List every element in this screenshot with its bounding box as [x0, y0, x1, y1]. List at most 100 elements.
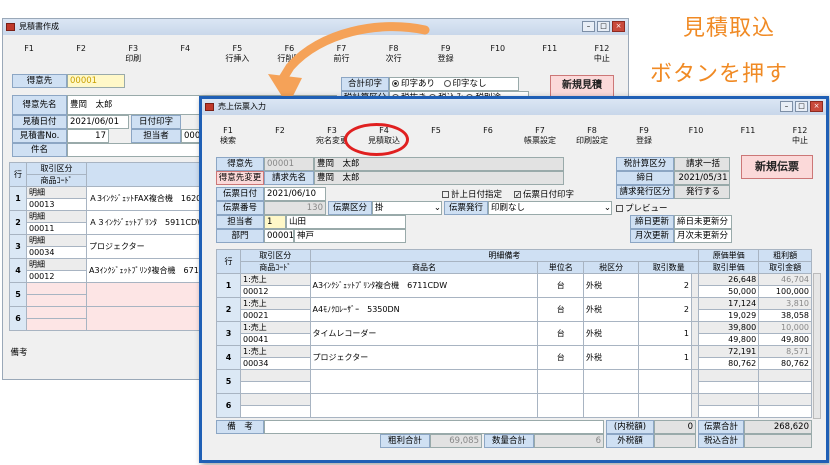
qty-cell[interactable]: 2	[638, 297, 692, 322]
fkey-button-10[interactable]: F10	[472, 41, 524, 67]
item-name-cell[interactable]: タイムレコーダー	[309, 321, 539, 346]
fkey-button-9[interactable]: F9 登録	[618, 123, 670, 149]
minimize-button[interactable]: –	[582, 21, 595, 32]
fkey-button-11[interactable]: F11	[722, 123, 774, 149]
item-code-cell[interactable]: 00034	[26, 246, 87, 259]
monthly-update-select[interactable]: 月次未更新分⌄	[674, 229, 732, 243]
unit-price-cell[interactable]: 50,000	[698, 285, 760, 298]
closing-update-select[interactable]: 締日未更新分⌄	[674, 215, 732, 229]
staff-field[interactable]: 0000	[181, 129, 201, 143]
unit-price-cell[interactable]	[698, 405, 760, 418]
subject-field[interactable]	[67, 143, 201, 157]
item-name-cell[interactable]	[86, 306, 204, 331]
unit-price-cell[interactable]: 80,762	[698, 357, 760, 370]
unit-price-cell[interactable]: 49,800	[698, 333, 760, 346]
kubun-select[interactable]: 1:売上	[239, 345, 311, 358]
item-code-cell[interactable]: 00013	[26, 198, 87, 211]
item-name-cell[interactable]: A3ｲﾝｸｼﾞｪｯﾄﾌﾟﾘﾝﾀ複合機 6711	[86, 258, 204, 283]
tax-type-cell[interactable]: 外税	[583, 273, 640, 298]
item-code-cell[interactable]: 00021	[239, 309, 311, 322]
maximize-button[interactable]: □	[597, 21, 610, 32]
kubun-select[interactable]	[26, 282, 87, 295]
checkbox-icon[interactable]: ✓	[514, 191, 521, 199]
fkey-button-11[interactable]: F11	[524, 41, 576, 67]
fkey-button-2[interactable]: F2	[254, 123, 306, 149]
maximize-button[interactable]: □	[795, 101, 808, 112]
item-name-cell[interactable]: Ａ3ｲﾝｸｼﾞｪｯﾄFAX複合機 1620F	[86, 186, 204, 211]
item-code-cell[interactable]: 00041	[239, 333, 311, 346]
item-name-cell[interactable]: A4ﾓﾉｸﾛﾚｰｻﾞｰ 5350DN	[309, 297, 539, 322]
item-code-cell[interactable]: 00012	[26, 270, 87, 283]
item-code-cell[interactable]: 00012	[239, 285, 311, 298]
estimate-date-field[interactable]: 2021/06/01	[67, 115, 129, 129]
memo-field[interactable]	[264, 420, 604, 434]
fkey-button-1[interactable]: F1 検索	[202, 123, 254, 149]
tax-type-cell[interactable]: 外税	[583, 345, 640, 370]
item-code-cell[interactable]: 00034	[239, 357, 311, 370]
qty-cell[interactable]: 1	[638, 345, 692, 370]
item-code-cell[interactable]	[26, 294, 87, 307]
kubun-select[interactable]: 明細	[26, 234, 87, 247]
checkbox-icon[interactable]	[442, 191, 449, 198]
kubun-select[interactable]: 明細	[26, 186, 87, 199]
fkey-button-12[interactable]: F12 中止	[576, 41, 628, 67]
item-name-cell[interactable]: A3ｲﾝｸｼﾞｪｯﾄﾌﾟﾘﾝﾀ複合機 6711CDW	[309, 273, 539, 298]
item-name-cell[interactable]	[309, 393, 539, 418]
fkey-button-5[interactable]: F5	[410, 123, 462, 149]
close-button[interactable]: ×	[810, 101, 823, 112]
item-name-cell[interactable]: プロジェクター	[309, 345, 539, 370]
estimate-no-field[interactable]: 17	[67, 129, 109, 143]
fkey-button-4[interactable]: F4	[159, 41, 211, 67]
slip-issue-select[interactable]: 印刷なし ⌄	[488, 201, 612, 215]
unit-price-cell[interactable]	[698, 381, 760, 394]
unit-cell[interactable]: 台	[537, 321, 585, 346]
fkey-button-10[interactable]: F10	[670, 123, 722, 149]
tax-type-cell[interactable]	[583, 369, 640, 394]
unit-cell[interactable]	[537, 369, 585, 394]
item-code-cell[interactable]	[239, 381, 311, 394]
checkbox-icon[interactable]	[616, 205, 623, 212]
fkey-button-6[interactable]: F6	[462, 123, 514, 149]
slip-date-field[interactable]: 2021/06/10	[264, 187, 326, 201]
item-name-cell[interactable]	[309, 369, 539, 394]
customer-code-field[interactable]: 00001	[67, 74, 125, 88]
new-estimate-button[interactable]: 新規見積	[550, 75, 614, 97]
fkey-button-12[interactable]: F12 中止	[774, 123, 826, 149]
kubun-select[interactable]: 明細	[26, 258, 87, 271]
minimize-button[interactable]: –	[780, 101, 793, 112]
unit-cell[interactable]: 台	[537, 345, 585, 370]
radio-icon[interactable]	[443, 80, 451, 87]
tax-type-cell[interactable]	[583, 393, 640, 418]
fkey-button-7[interactable]: F7 帳票設定	[514, 123, 566, 149]
item-name-cell[interactable]: Ａ３ｲﾝｸｼﾞｪｯﾄﾌﾟﾘﾝﾀ 5911CDW	[86, 210, 204, 235]
item-name-cell[interactable]: プロジェクター	[86, 234, 204, 259]
new-slip-button[interactable]: 新規伝票	[741, 155, 813, 179]
kubun-select[interactable]: 1:売上	[239, 273, 311, 286]
tax-type-cell[interactable]: 外税	[583, 321, 640, 346]
qty-cell[interactable]: 2	[638, 273, 692, 298]
unit-cell[interactable]	[537, 393, 585, 418]
kubun-select[interactable]: 1:売上	[239, 297, 311, 310]
slip-type-select[interactable]: 掛 ⌄	[372, 201, 442, 215]
kubun-select[interactable]	[26, 306, 87, 319]
kubun-select[interactable]	[239, 369, 311, 382]
chevron-down-icon[interactable]: ⌄	[724, 242, 731, 243]
kubun-select[interactable]: 1:売上	[239, 321, 311, 334]
chevron-down-icon[interactable]: ⌄	[604, 202, 611, 214]
staff-code-field[interactable]: 1	[264, 215, 286, 229]
slip-date-print-check[interactable]: ✓ 伝票日付印字	[514, 188, 574, 200]
tax-type-cell[interactable]: 外税	[583, 297, 640, 322]
table-scrollbar[interactable]	[813, 273, 821, 419]
close-button[interactable]: ×	[612, 21, 625, 32]
qty-cell[interactable]	[638, 369, 692, 394]
item-code-cell[interactable]	[239, 405, 311, 418]
customer-code-field[interactable]: 00001	[264, 157, 314, 171]
item-name-cell[interactable]	[86, 282, 204, 307]
fkey-button-3[interactable]: F3 印刷	[107, 41, 159, 67]
dept-code-field[interactable]: 00001	[264, 229, 294, 243]
fkey-button-8[interactable]: F8 印刷設定	[566, 123, 618, 149]
fkey-button-1[interactable]: F1	[3, 41, 55, 67]
unit-price-cell[interactable]: 19,029	[698, 309, 760, 322]
chevron-down-icon[interactable]: ⌄	[434, 202, 441, 214]
qty-cell[interactable]	[638, 393, 692, 418]
